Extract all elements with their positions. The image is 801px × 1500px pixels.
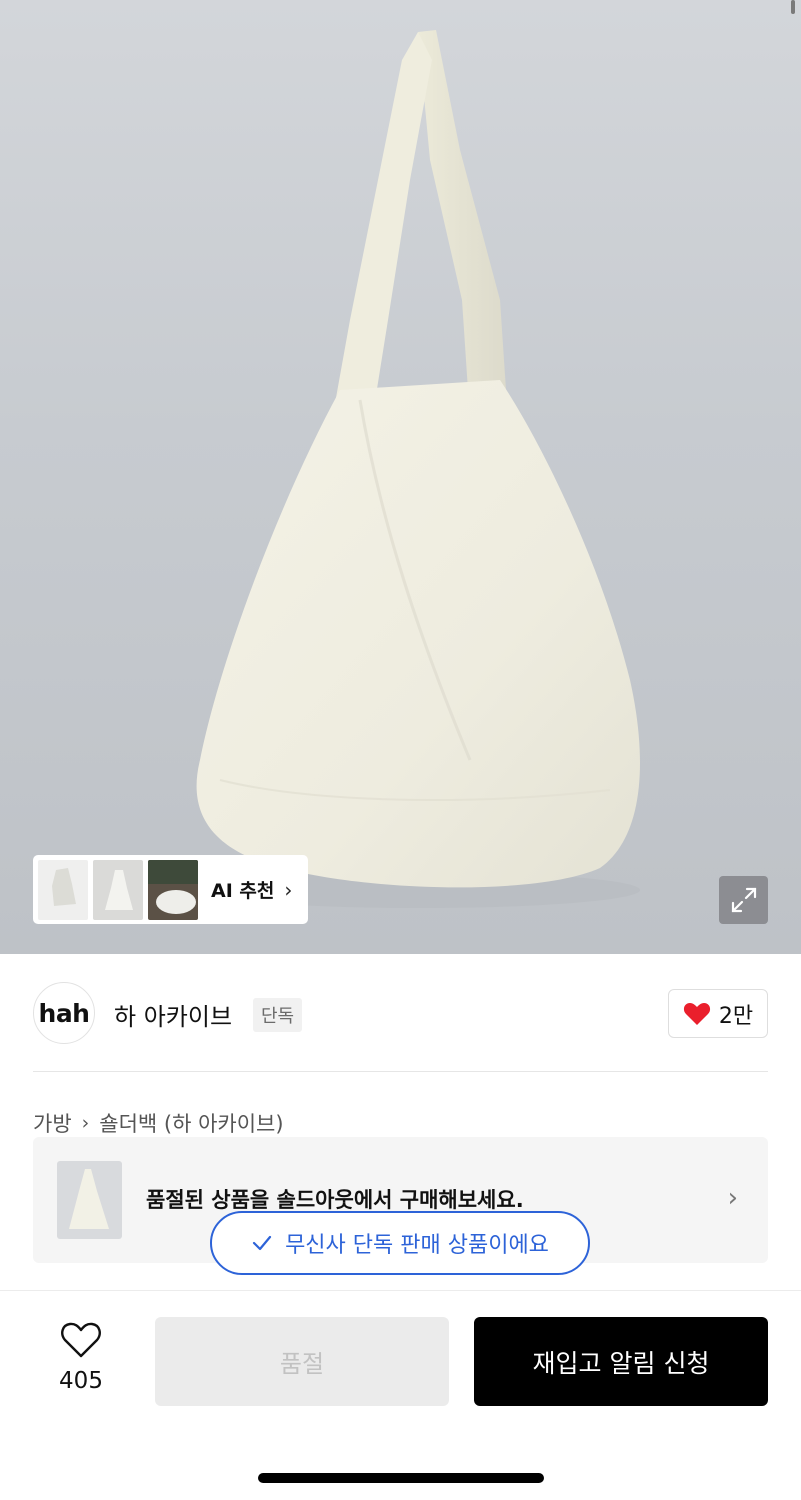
- bottom-bar-divider: [0, 1290, 801, 1291]
- soldout-message: 품절된 상품을 솔드아웃에서 구매해보세요.: [146, 1188, 524, 1212]
- chevron-right-icon: ›: [81, 1112, 90, 1134]
- exclusive-toast: 무신사 단독 판매 상품이에요: [210, 1211, 590, 1275]
- heart-filled-icon: [683, 1003, 710, 1025]
- check-icon: [252, 1235, 272, 1251]
- toast-text: 무신사 단독 판매 상품이에요: [285, 1233, 549, 1258]
- scroll-indicator: [791, 0, 795, 14]
- ai-thumbnail-2[interactable]: [93, 859, 143, 920]
- brand-logo[interactable]: hah: [33, 982, 95, 1044]
- brand-like-button[interactable]: 2만: [668, 989, 768, 1038]
- brand-name[interactable]: 하 아카이브: [114, 997, 232, 1032]
- restock-alert-button[interactable]: 재입고 알림 신청: [474, 1317, 768, 1406]
- ai-thumbnail-1[interactable]: [38, 859, 88, 920]
- product-image[interactable]: AI 추천 ›: [0, 0, 801, 954]
- expand-icon: [731, 887, 756, 913]
- heart-outline-icon[interactable]: [60, 1321, 102, 1359]
- breadcrumb-item-shoulder-bag[interactable]: 숄더백 (하 아카이브): [99, 1108, 283, 1138]
- divider: [33, 1071, 768, 1072]
- product-photo-tote-bag: [196, 30, 641, 908]
- breadcrumb: 가방 › 숄더백 (하 아카이브): [33, 1108, 284, 1138]
- home-indicator: [258, 1473, 544, 1483]
- ai-recommend-label: AI 추천: [211, 880, 275, 902]
- soldout-button[interactable]: 품절: [155, 1317, 449, 1406]
- exclusive-badge: 단독: [253, 998, 303, 1032]
- expand-button[interactable]: [719, 876, 768, 924]
- chevron-right-icon: ›: [727, 1183, 738, 1213]
- ai-thumbnail-3[interactable]: [148, 859, 198, 920]
- soldout-product-thumbnail: [57, 1161, 122, 1239]
- brand-like-count: 2만: [718, 1003, 754, 1029]
- chevron-right-icon: ›: [284, 877, 293, 902]
- ai-recommend-strip[interactable]: AI 추천 ›: [33, 855, 308, 924]
- breadcrumb-item-bag[interactable]: 가방: [33, 1108, 72, 1138]
- favorite-count: 405: [59, 1368, 103, 1394]
